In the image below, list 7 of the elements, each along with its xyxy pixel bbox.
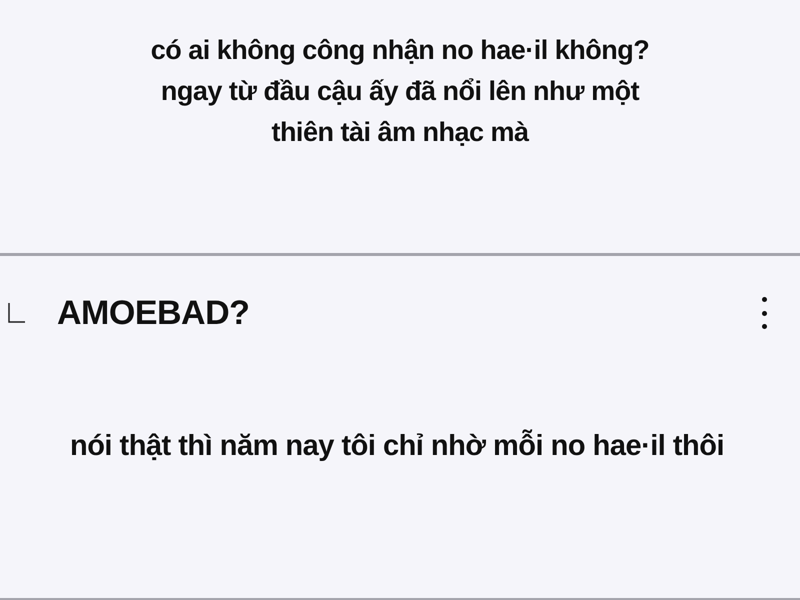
post-text-line: thiên tài âm nhạc mà	[271, 116, 529, 149]
more-options-icon[interactable]	[760, 295, 768, 331]
comment-text: nói thật thì năm nay tôi chỉ nhờ mỗi no hae·il thôi	[70, 428, 724, 464]
comment-author: AMOEBAD?	[57, 293, 250, 333]
post-text-line: ngay từ đầu cậu ấy đã nổi lên như một	[160, 75, 640, 108]
post-text-line: có ai không công nhận no hae·il không?	[150, 34, 650, 67]
reply-corner-icon	[8, 303, 25, 323]
